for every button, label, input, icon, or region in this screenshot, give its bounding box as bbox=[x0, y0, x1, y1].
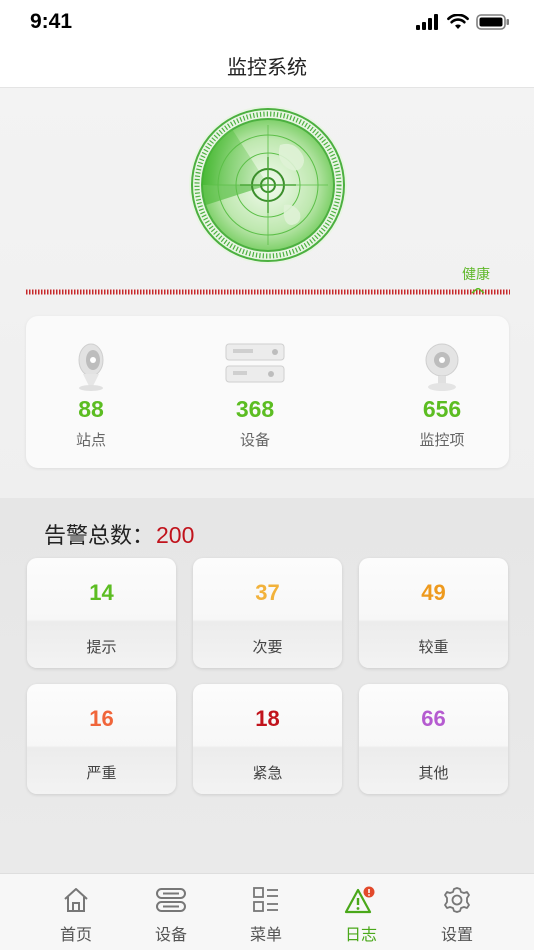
stat-monitor-items[interactable]: 656 监控项 bbox=[377, 316, 507, 468]
tab-devices[interactable]: 设备 bbox=[118, 874, 224, 950]
alarm-card-urgent[interactable]: 18 紧急 bbox=[193, 684, 342, 794]
alarm-count: 18 bbox=[255, 706, 280, 731]
stats-card: 88 站点 368 设备 656 监控项 bbox=[26, 316, 509, 468]
tab-settings[interactable]: 设置 bbox=[404, 874, 510, 950]
alarm-count: 66 bbox=[421, 706, 446, 731]
battery-icon bbox=[476, 14, 509, 30]
wifi-icon bbox=[447, 14, 469, 29]
stat-value: 656 bbox=[422, 396, 462, 422]
tab-menu[interactable]: 菜单 bbox=[213, 874, 319, 950]
status-bar: 9:41 bbox=[0, 0, 534, 44]
tab-bar: 首页 设备 菜单 日志 设置 bbox=[0, 873, 534, 950]
overview-area: 健康 88 站点 368 设备 656 监控项 bbox=[0, 88, 534, 498]
alarm-count: 14 bbox=[89, 580, 114, 605]
status-time: 9:41 bbox=[30, 10, 73, 33]
tab-label: 菜单 bbox=[249, 925, 282, 944]
alarm-label: 较重 bbox=[418, 638, 449, 656]
device-tab-icon bbox=[156, 888, 186, 912]
health-indicator-bar bbox=[26, 288, 510, 295]
status-icons bbox=[416, 14, 510, 30]
stat-label: 站点 bbox=[75, 431, 106, 449]
alarm-card-minor[interactable]: 37 次要 bbox=[193, 558, 342, 668]
alarm-label: 次要 bbox=[252, 638, 283, 656]
alarm-label: 严重 bbox=[86, 764, 117, 782]
tab-log[interactable]: 日志 bbox=[308, 874, 414, 950]
stat-stations[interactable]: 88 站点 bbox=[26, 316, 156, 468]
tab-label: 首页 bbox=[59, 925, 92, 944]
home-icon bbox=[64, 888, 88, 912]
alarm-count: 16 bbox=[89, 706, 114, 731]
alarm-card-hint[interactable]: 14 提示 bbox=[27, 558, 176, 668]
stat-devices[interactable]: 368 设备 bbox=[190, 316, 320, 468]
page-title: 监控系统 bbox=[227, 55, 307, 79]
tab-home[interactable]: 首页 bbox=[23, 874, 129, 950]
station-icon bbox=[78, 343, 104, 391]
device-icon bbox=[225, 343, 285, 383]
alarm-card-other[interactable]: 66 其他 bbox=[359, 684, 508, 794]
alarm-label: 其他 bbox=[418, 764, 449, 782]
tab-label: 设备 bbox=[154, 925, 187, 944]
stat-label: 监控项 bbox=[419, 431, 465, 449]
nav-bar: 监控系统 bbox=[0, 44, 534, 88]
alarm-label: 提示 bbox=[86, 638, 117, 656]
cellular-signal-icon bbox=[416, 14, 438, 30]
menu-icon bbox=[253, 887, 278, 912]
alarm-total-heading: 告警总数： 200 bbox=[44, 518, 194, 550]
alarm-total-count: 200 bbox=[156, 522, 195, 548]
alarm-count: 49 bbox=[421, 580, 446, 605]
stat-value: 368 bbox=[235, 396, 275, 422]
stat-label: 设备 bbox=[239, 431, 270, 449]
log-warning-icon bbox=[344, 886, 375, 914]
alarm-title-label: 告警总数： bbox=[44, 524, 155, 549]
alarm-label: 紧急 bbox=[252, 764, 283, 782]
alarm-card-major[interactable]: 49 较重 bbox=[359, 558, 508, 668]
alarm-card-critical[interactable]: 16 严重 bbox=[27, 684, 176, 794]
alarm-count: 37 bbox=[255, 580, 280, 605]
tab-label: 日志 bbox=[344, 925, 377, 944]
alarm-section: 告警总数： 200 14 提示 37 次要 49 较重 16 严重 18 紧急 … bbox=[0, 498, 534, 873]
stat-value: 88 bbox=[78, 396, 104, 422]
tab-label: 设置 bbox=[440, 925, 473, 944]
gear-icon bbox=[444, 887, 470, 913]
radar-health-icon bbox=[189, 106, 347, 264]
monitor-item-icon bbox=[425, 343, 459, 391]
health-label: 健康 bbox=[462, 267, 490, 283]
